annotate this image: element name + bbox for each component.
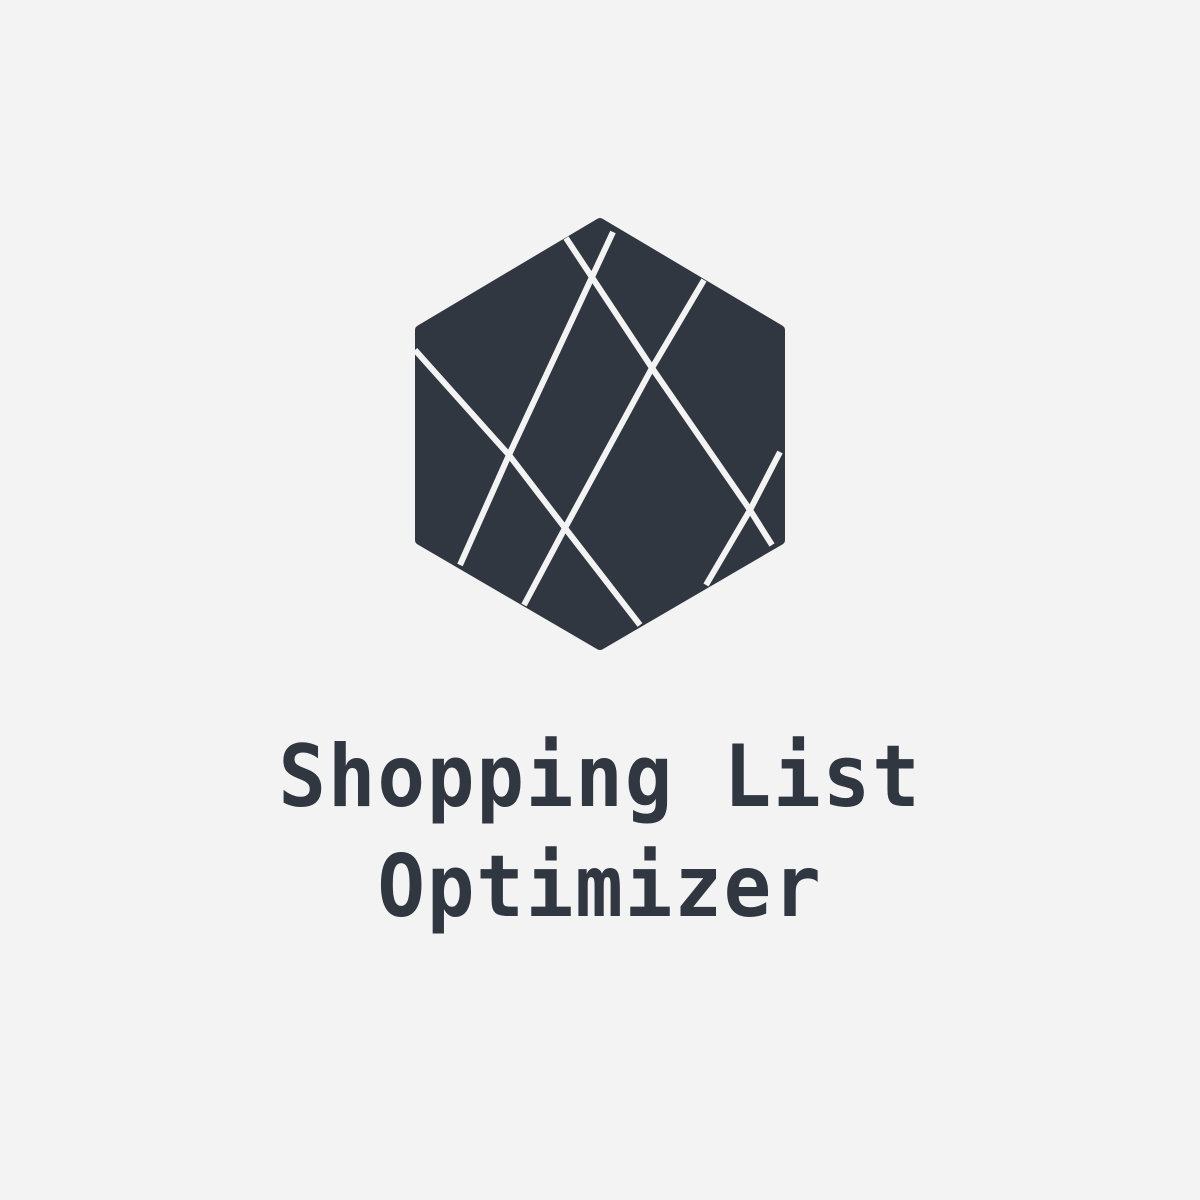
brand-name: Shopping List Optimizer [278, 727, 922, 937]
faceted-hexagon-gem-icon [412, 218, 785, 650]
logo: Shopping List Optimizer [0, 0, 1200, 1200]
